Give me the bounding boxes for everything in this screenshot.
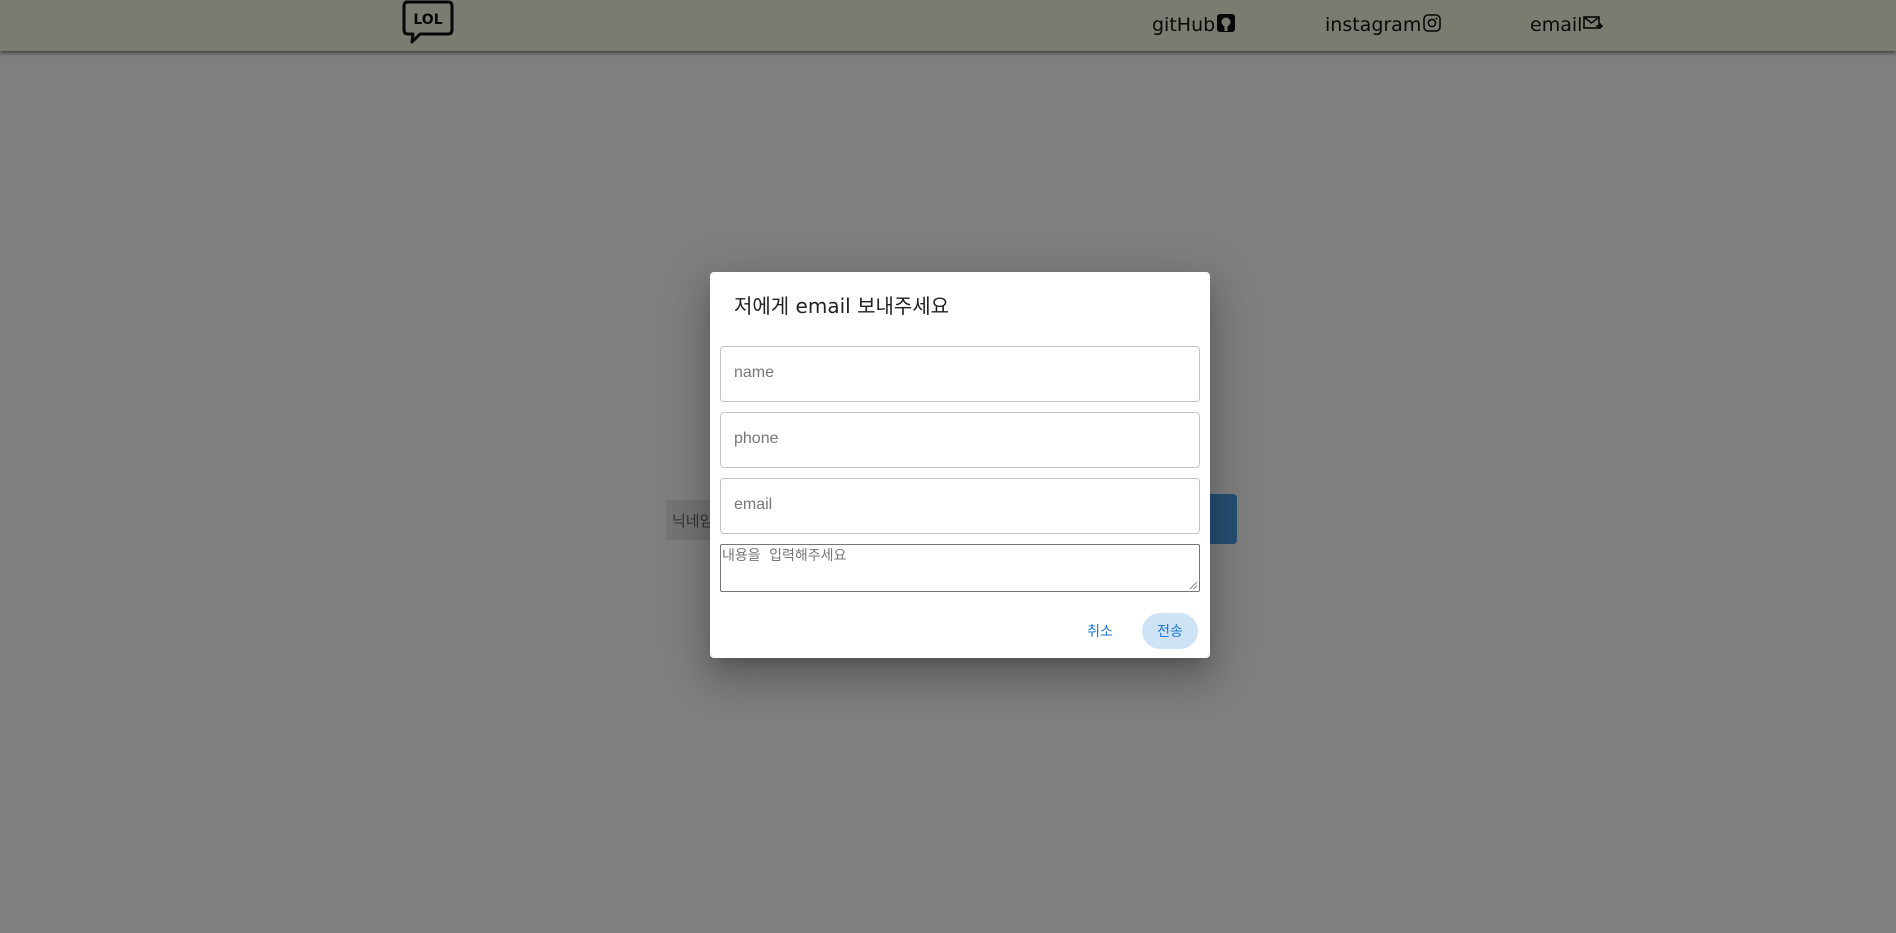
email-dialog: 저에게 email 보내주세요 name phone email 내용을 입력해… xyxy=(710,272,1210,658)
message-placeholder: 내용을 입력해주세요 xyxy=(722,548,847,564)
name-field[interactable]: name xyxy=(720,346,1200,402)
dialog-title: 저에게 email 보내주세요 xyxy=(734,294,950,318)
message-textarea[interactable]: 내용을 입력해주세요 xyxy=(720,544,1200,592)
resize-grip-icon[interactable] xyxy=(1189,581,1198,590)
name-placeholder: name xyxy=(734,364,775,381)
email-field[interactable]: email xyxy=(720,478,1200,534)
cancel-button[interactable]: 취소 xyxy=(1070,613,1130,649)
phone-field[interactable]: phone xyxy=(720,412,1200,468)
send-button[interactable]: 전송 xyxy=(1142,613,1198,649)
email-placeholder: email xyxy=(734,496,773,513)
phone-placeholder: phone xyxy=(734,430,779,447)
